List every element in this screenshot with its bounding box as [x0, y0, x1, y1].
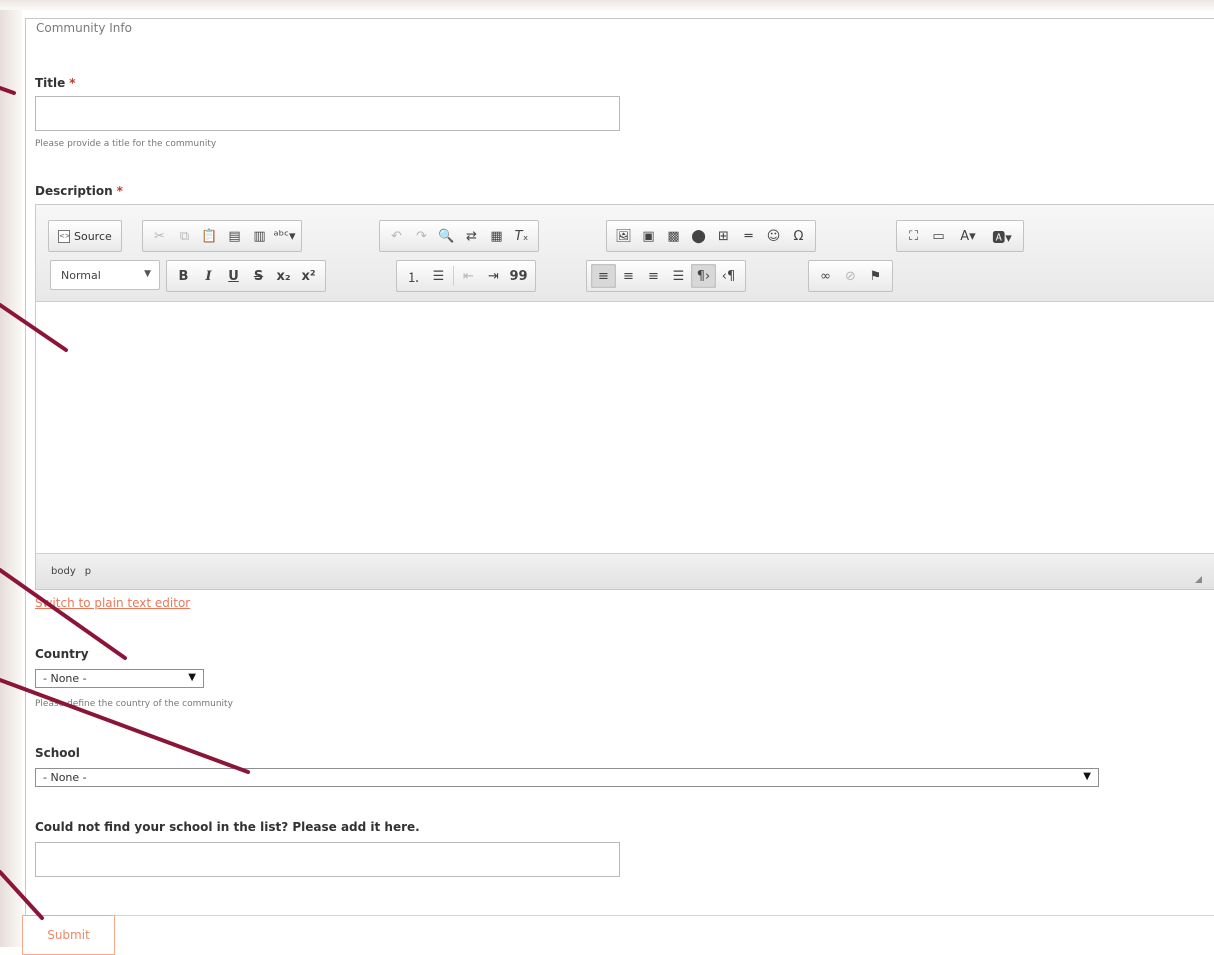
country-hint: Please define the country of the communi… — [35, 699, 233, 709]
editor-path-bar: body p — [36, 553, 1214, 589]
anchor-icon[interactable]: ⚑ — [863, 264, 888, 288]
image-icon[interactable]: 🖼 — [611, 224, 636, 248]
special-char-icon[interactable]: Ω — [786, 224, 811, 248]
source-icon: <> — [58, 229, 71, 243]
show-blocks-icon[interactable]: ▭ — [926, 224, 951, 248]
chevron-down-icon: ▼ — [188, 672, 196, 683]
path-item-p[interactable]: p — [85, 566, 91, 577]
strike-icon[interactable]: S — [246, 264, 271, 288]
toolbar-group-links: ∞ ⊘ ⚑ — [808, 260, 893, 292]
title-label-text: Title — [35, 76, 66, 90]
rtl-icon[interactable]: ‹¶ — [716, 264, 741, 288]
align-center-icon[interactable]: ≡ — [616, 264, 641, 288]
school-select-value: - None - — [43, 771, 87, 784]
chevron-down-icon: ▼ — [144, 269, 151, 279]
superscript-icon[interactable]: x² — [296, 264, 321, 288]
switch-to-plain-text-link[interactable]: Switch to plain text editor — [35, 596, 190, 610]
description-label-text: Description — [35, 184, 113, 198]
paste-word-icon[interactable]: ▥ — [247, 224, 272, 248]
toolbar-group-clipboard: ✂ ⧉ 📋 ▤ ▥ ᵃᵇᶜ▾ — [142, 220, 302, 252]
title-hint: Please provide a title for the community — [35, 139, 217, 149]
country-select-value: - None - — [43, 672, 87, 685]
redo-icon[interactable]: ↷ — [409, 224, 434, 248]
select-all-icon[interactable]: ▦ — [484, 224, 509, 248]
align-left-icon[interactable]: ≡ — [591, 264, 616, 288]
spellcheck-icon[interactable]: ᵃᵇᶜ▾ — [272, 224, 297, 248]
editor-content-area[interactable] — [36, 303, 1214, 553]
cut-icon[interactable]: ✂ — [147, 224, 172, 248]
rich-text-editor: <> Source ✂ ⧉ 📋 ▤ ▥ ᵃᵇᶜ▾ ↶ ↷ 🔍 ⇄ ▦ Tₓ 🖼 … — [35, 204, 1214, 590]
copy-icon[interactable]: ⧉ — [172, 224, 197, 248]
table-icon[interactable]: ⊞ — [711, 224, 736, 248]
add-school-input[interactable] — [35, 842, 620, 877]
country-label: Country — [35, 647, 89, 661]
iframe-icon[interactable]: ⬤ — [686, 224, 711, 248]
align-right-icon[interactable]: ≡ — [641, 264, 666, 288]
subscript-icon[interactable]: x₂ — [271, 264, 296, 288]
title-input[interactable] — [35, 96, 620, 131]
toolbar-group-align: ≡ ≡ ≡ ☰ ¶› ‹¶ — [586, 260, 746, 292]
find-icon[interactable]: 🔍 — [434, 224, 459, 248]
form-divider — [25, 915, 1214, 916]
link-icon[interactable]: ∞ — [813, 264, 838, 288]
media-icon[interactable]: ▩ — [661, 224, 686, 248]
format-combo-value: Normal — [61, 268, 101, 282]
toolbar-group-tools: ⛶ ▭ A▾ 🅰▾ — [896, 220, 1024, 252]
italic-icon[interactable]: I — [196, 264, 221, 288]
toolbar-group-basicstyles: B I U S x₂ x² — [166, 260, 326, 292]
numbered-list-icon[interactable]: ⒈ — [401, 264, 426, 288]
blockquote-icon[interactable]: 99 — [506, 264, 531, 288]
editor-toolbar: <> Source ✂ ⧉ 📋 ▤ ▥ ᵃᵇᶜ▾ ↶ ↷ 🔍 ⇄ ▦ Tₓ 🖼 … — [36, 205, 1214, 302]
outdent-icon[interactable]: ⇤ — [456, 264, 481, 288]
title-required-mark: * — [69, 76, 76, 90]
source-button[interactable]: <> Source — [53, 224, 117, 248]
description-required-mark: * — [116, 184, 123, 198]
page-background-left — [0, 0, 22, 947]
page-background-top — [0, 0, 1214, 10]
horizontal-rule-icon[interactable]: ═ — [736, 224, 761, 248]
bulleted-list-icon[interactable]: ☰ — [426, 264, 451, 288]
indent-icon[interactable]: ⇥ — [481, 264, 506, 288]
undo-icon[interactable]: ↶ — [384, 224, 409, 248]
maximize-icon[interactable]: ⛶ — [901, 224, 926, 248]
chevron-down-icon: ▼ — [1083, 771, 1091, 782]
smiley-icon[interactable]: ☺ — [761, 224, 786, 248]
description-label: Description * — [35, 184, 123, 198]
paste-icon[interactable]: 📋 — [197, 224, 222, 248]
text-color-icon[interactable]: A▾ — [951, 224, 985, 248]
toolbar-group-editing: ↶ ↷ 🔍 ⇄ ▦ Tₓ — [379, 220, 539, 252]
paste-text-icon[interactable]: ▤ — [222, 224, 247, 248]
school-label: School — [35, 746, 80, 760]
resize-handle-icon[interactable] — [1195, 576, 1202, 583]
bold-icon[interactable]: B — [171, 264, 196, 288]
format-combo[interactable]: Normal ▼ — [50, 260, 160, 290]
justify-icon[interactable]: ☰ — [666, 264, 691, 288]
add-school-label: Could not find your school in the list? … — [35, 820, 420, 834]
fieldset-legend: Community Info — [33, 21, 135, 35]
underline-icon[interactable]: U — [221, 264, 246, 288]
source-button-label: Source — [74, 229, 112, 243]
submit-button[interactable]: Submit — [22, 915, 115, 955]
title-label: Title * — [35, 76, 76, 90]
school-select[interactable]: - None - ▼ — [35, 768, 1099, 787]
toolbar-separator — [453, 266, 454, 286]
unlink-icon[interactable]: ⊘ — [838, 264, 863, 288]
flash-icon[interactable]: ▣ — [636, 224, 661, 248]
country-select[interactable]: - None - ▼ — [35, 669, 204, 688]
remove-format-icon[interactable]: Tₓ — [509, 224, 534, 248]
background-color-icon[interactable]: 🅰▾ — [985, 224, 1019, 248]
replace-icon[interactable]: ⇄ — [459, 224, 484, 248]
toolbar-group-document: <> Source — [48, 220, 122, 252]
toolbar-group-paragraph: ⒈ ☰ ⇤ ⇥ 99 — [396, 260, 536, 292]
path-item-body[interactable]: body — [51, 566, 76, 577]
ltr-icon[interactable]: ¶› — [691, 264, 716, 288]
toolbar-group-insert: 🖼 ▣ ▩ ⬤ ⊞ ═ ☺ Ω — [606, 220, 816, 252]
